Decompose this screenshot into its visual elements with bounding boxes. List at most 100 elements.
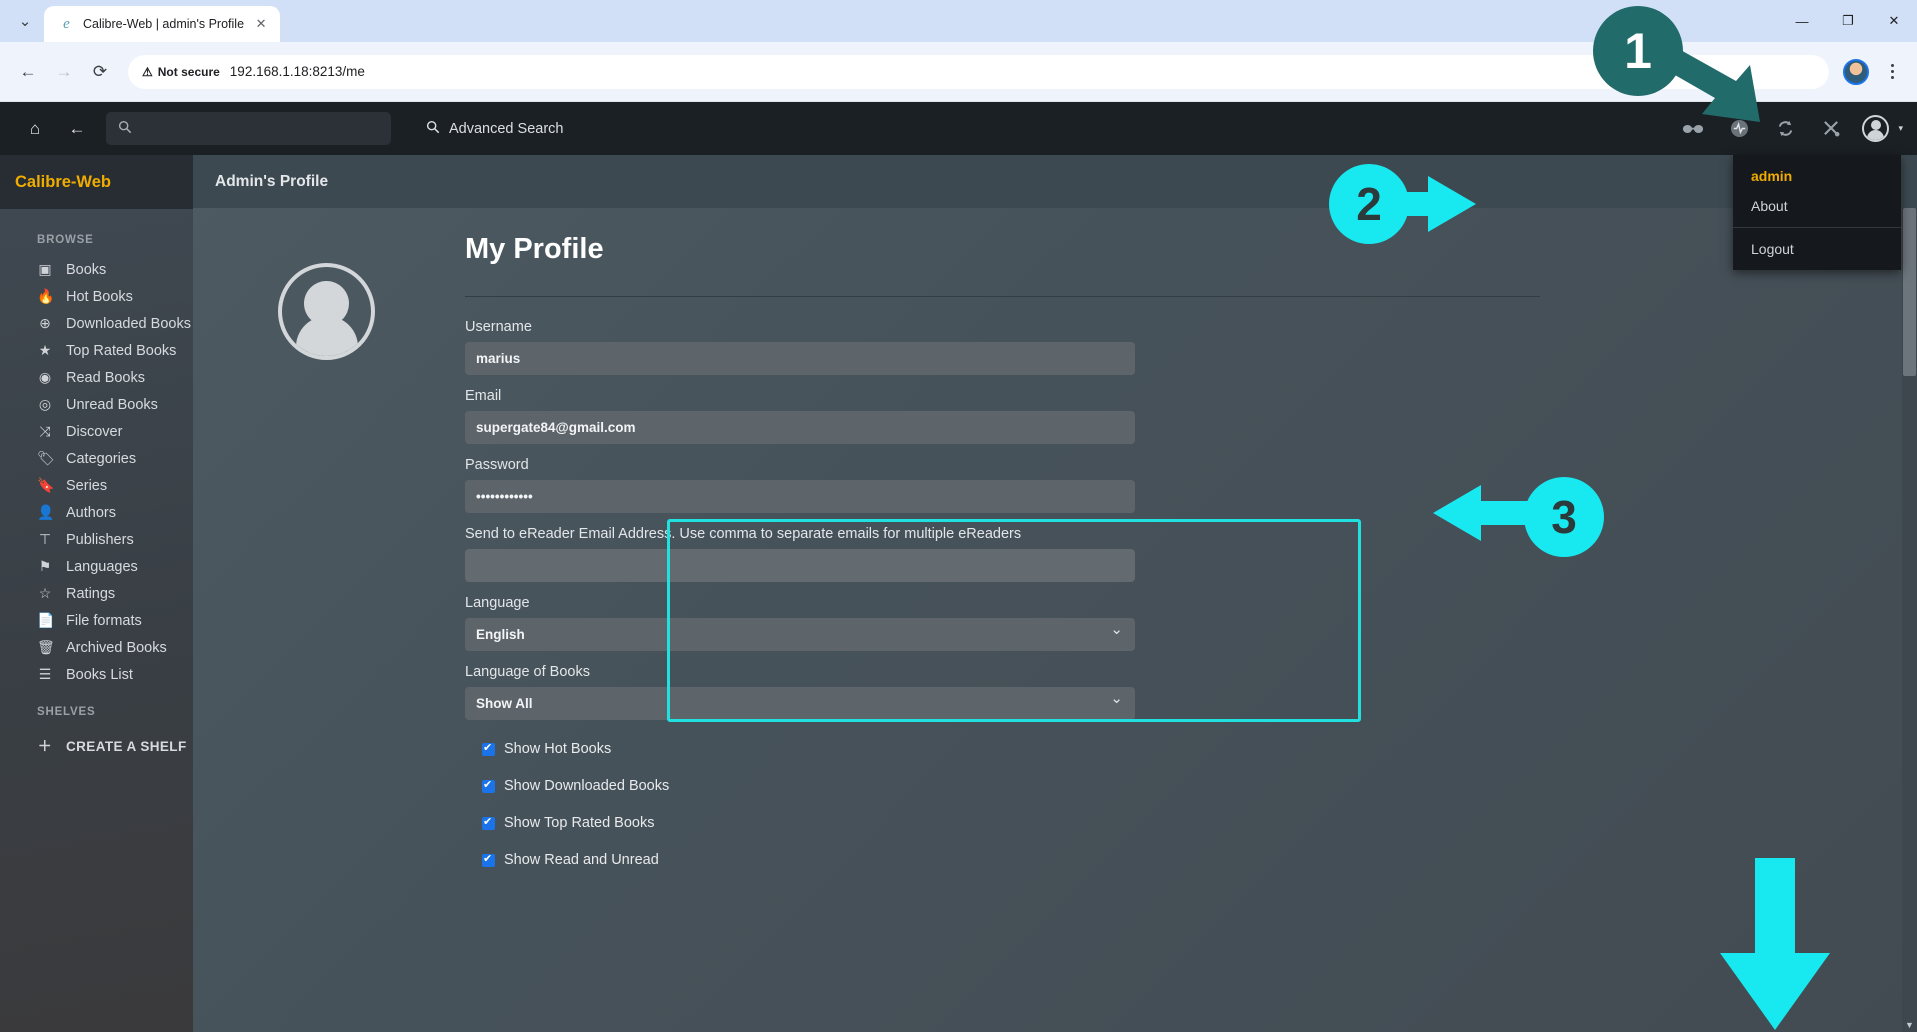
forward-icon[interactable]: → [48, 56, 80, 88]
sidebar-item-read-books[interactable]: ◉ Read Books [0, 364, 193, 391]
user-avatar-button[interactable] [1862, 115, 1890, 142]
page-title: My Profile [465, 233, 604, 265]
read-books-icon: ◉ [38, 369, 52, 385]
unread-books-icon: ◎ [38, 396, 52, 412]
browser-tab[interactable]: e Calibre-Web | admin's Profile ✕ [44, 6, 281, 42]
checkbox-row-show-read-and-unread[interactable]: Show Read and Unread [465, 852, 1585, 868]
ereader-email-input[interactable] [465, 549, 1135, 582]
field-language-of-books: Language of Books Show All [465, 664, 1585, 720]
top-rated-books-icon: ★ [38, 342, 52, 358]
sidebar-item-publishers[interactable]: ⊤ Publishers [0, 526, 193, 553]
activity-icon[interactable] [1718, 108, 1760, 150]
checkbox-row-show-hot-books[interactable]: Show Hot Books [465, 741, 1585, 757]
sidebar-item-label: Discover [66, 423, 123, 440]
app-body: Calibre-Web BROWSE ▣ Books 🔥 Hot Books ⊕ Down… [0, 155, 1917, 1032]
checkbox-row-show-top-rated-books[interactable]: Show Top Rated Books [465, 815, 1585, 831]
chevron-down-icon[interactable]: ▾ [1898, 123, 1903, 134]
sidebar-item-file-formats[interactable]: 📄 File formats [0, 607, 193, 634]
calibre-web-app: ⌂ ← Advanced Search ▾ admin About Logout… [0, 102, 1917, 1032]
minimize-icon[interactable]: — [1779, 0, 1825, 42]
advanced-search-label: Advanced Search [449, 120, 564, 137]
sidebar-item-languages[interactable]: ⚑ Languages [0, 553, 193, 580]
sidebar-item-label: Hot Books [66, 288, 133, 305]
sidebar-item-label: Languages [66, 558, 138, 575]
language-of-books-select[interactable]: Show All [465, 687, 1135, 720]
sidebar-item-downloaded-books[interactable]: ⊕ Downloaded Books [0, 310, 193, 337]
vertical-scrollbar[interactable]: ▲ ▼ [1902, 208, 1917, 1032]
discover-icon: ⤨ [39, 423, 51, 439]
advanced-search-link[interactable]: Advanced Search [426, 120, 563, 138]
profile-avatar [278, 263, 375, 360]
field-ereader-email: Send to eReader Email Address. Use comma… [465, 526, 1585, 582]
content-header: Admin's Profile [193, 155, 1917, 208]
sidebar-item-archived-books[interactable]: 🗑 Archived Books [0, 634, 193, 661]
create-shelf-button[interactable]: ＋ CREATE A SHELF [0, 728, 193, 764]
main-content: Admin's Profile My Profile Username Email… [193, 155, 1917, 1032]
address-bar[interactable]: ⚠ Not secure 192.168.1.18:8213/me [128, 54, 1829, 89]
checkbox-icon[interactable] [482, 815, 495, 830]
checkbox-label: Show Hot Books [504, 741, 612, 757]
sidebar-item-label: Books [66, 261, 107, 278]
sidebar-item-label: File formats [66, 612, 142, 629]
sidebar-item-discover[interactable]: ⤨ Discover [0, 418, 193, 445]
username-input[interactable] [465, 342, 1135, 375]
glasses-icon[interactable] [1672, 108, 1714, 150]
profile-form-area: My Profile Username Email Password Send to … [193, 208, 1917, 1032]
label-language-of-books: Language of Books [465, 664, 590, 680]
dropdown-item-admin[interactable]: admin [1733, 161, 1901, 191]
search-input[interactable] [106, 112, 391, 145]
sidebar-item-label: Downloaded Books [66, 315, 191, 332]
hot-books-icon: 🔥 [37, 288, 55, 304]
email-input[interactable] [465, 411, 1135, 444]
dropdown-item-about[interactable]: About [1733, 191, 1901, 221]
sidebar-item-books[interactable]: ▣ Books [0, 256, 193, 283]
security-label: Not secure [157, 64, 220, 79]
sidebar-item-authors[interactable]: 👤 Authors [0, 499, 193, 526]
sync-icon[interactable] [1764, 108, 1806, 150]
checkbox-icon[interactable] [482, 852, 495, 867]
browser-profile-avatar[interactable] [1843, 58, 1869, 85]
window-close-icon[interactable]: ✕ [1871, 0, 1917, 42]
field-language: Language English [465, 595, 1585, 651]
scrollbar-thumb[interactable] [1903, 208, 1916, 376]
checkbox-label: Show Downloaded Books [504, 778, 670, 794]
sidebar-item-label: Publishers [66, 531, 134, 548]
checkbox-icon[interactable] [482, 778, 495, 793]
close-icon[interactable]: ✕ [252, 15, 270, 33]
nav-back-icon[interactable]: ← [56, 108, 98, 150]
sidebar-section-shelves: SHELVES [37, 706, 96, 718]
brand-logo[interactable]: Calibre-Web [0, 155, 193, 209]
browser-menu-icon[interactable] [1879, 56, 1905, 88]
sidebar-item-ratings[interactable]: ☆ Ratings [0, 580, 193, 607]
checkbox-icon[interactable] [482, 741, 495, 756]
window-controls: — ❐ ✕ [1779, 0, 1917, 42]
security-status[interactable]: ⚠ Not secure [142, 65, 220, 79]
dropdown-item-logout[interactable]: Logout [1733, 234, 1901, 264]
back-icon[interactable]: ← [12, 56, 44, 88]
plus-icon: ＋ [37, 738, 53, 754]
language-select[interactable]: English [465, 618, 1135, 651]
sidebar-item-top-rated-books[interactable]: ★ Top Rated Books [0, 337, 193, 364]
language-select-wrap: English [465, 618, 1135, 651]
password-input[interactable] [465, 480, 1135, 513]
language-of-books-select-wrap: Show All [465, 687, 1135, 720]
reload-icon[interactable]: ⟳ [84, 56, 116, 88]
sidebar-item-books-list[interactable]: ☰ Books List [0, 661, 193, 688]
sidebar-item-hot-books[interactable]: 🔥 Hot Books [0, 283, 193, 310]
sidebar-item-unread-books[interactable]: ◎ Unread Books [0, 391, 193, 418]
books-list-icon: ☰ [38, 666, 52, 682]
tools-icon[interactable] [1810, 108, 1852, 150]
home-icon[interactable]: ⌂ [14, 108, 56, 150]
tab-title: Calibre-Web | admin's Profile [83, 17, 245, 31]
dropdown-separator [1733, 227, 1901, 228]
sidebar-item-series[interactable]: 🔖 Series [0, 472, 193, 499]
tab-list-chevron-icon[interactable]: ⌄ [6, 4, 44, 38]
sidebar-item-label: Read Books [66, 369, 145, 386]
sidebar-item-label: Series [66, 477, 108, 494]
maximize-icon[interactable]: ❐ [1825, 0, 1871, 42]
sidebar-item-label: Categories [66, 450, 137, 467]
checkbox-label: Show Read and Unread [504, 852, 659, 868]
sidebar-item-categories[interactable]: 🏷 Categories [0, 445, 193, 472]
checkbox-row-show-downloaded-books[interactable]: Show Downloaded Books [465, 778, 1585, 794]
scroll-down-arrow-icon[interactable]: ▼ [1902, 1017, 1917, 1032]
